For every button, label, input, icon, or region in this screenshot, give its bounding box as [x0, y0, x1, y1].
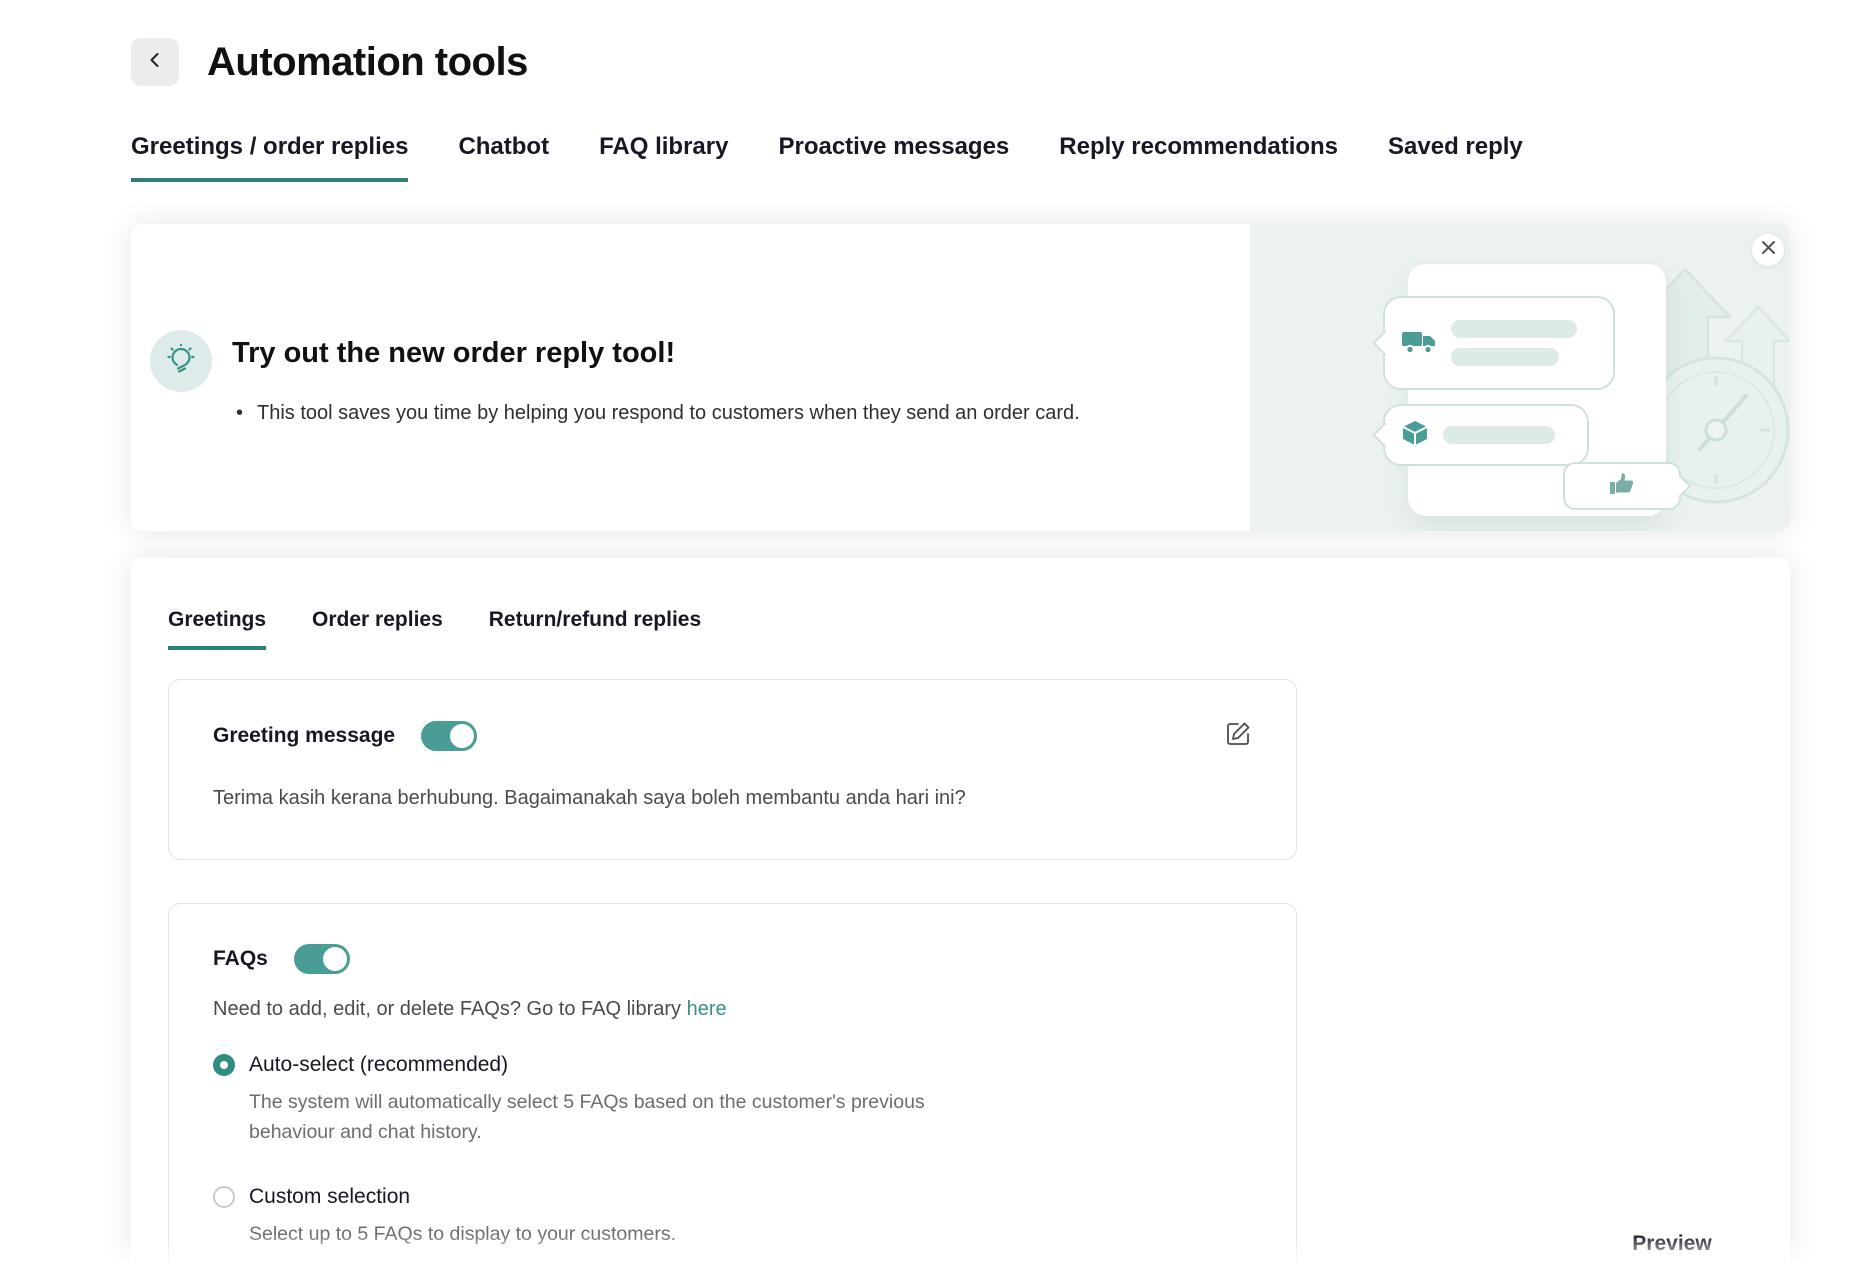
- thumbs-up-icon: [1609, 472, 1635, 501]
- banner-illustration: [1250, 224, 1790, 531]
- auto-select-description: The system will automatically select 5 F…: [249, 1087, 949, 1147]
- banner-title: Try out the new order reply tool!: [232, 337, 675, 370]
- faq-card-header: FAQs: [213, 944, 1252, 974]
- skeleton-text-bars: [1451, 320, 1577, 366]
- skeleton-bar: [1451, 320, 1577, 338]
- banner-bullet-item: • This tool saves you time by helping yo…: [236, 402, 1080, 425]
- subtab-return-refund-replies[interactable]: Return/refund replies: [489, 608, 701, 650]
- edit-greeting-button[interactable]: [1226, 720, 1252, 751]
- truck-icon: [1401, 326, 1437, 361]
- greeting-card-header: Greeting message: [213, 720, 1252, 751]
- custom-selection-description: Select up to 5 FAQs to display to your c…: [249, 1219, 949, 1249]
- preview-panel: Preview Store 10:21 PM: [1456, 1232, 1858, 1264]
- lightbulb-icon-circle: [150, 330, 212, 392]
- automation-tools-page: Automation tools Greetings / order repli…: [0, 0, 1858, 1264]
- auto-select-radio[interactable]: [213, 1054, 235, 1076]
- faq-library-hint-text: Need to add, edit, or delete FAQs? Go to…: [213, 998, 687, 1020]
- skeleton-text-bars: [1443, 426, 1555, 444]
- shipping-message-illustration: [1383, 296, 1615, 390]
- tab-reply-recommendations[interactable]: Reply recommendations: [1059, 133, 1338, 182]
- skeleton-bar: [1451, 348, 1559, 366]
- faq-card-title: FAQs: [213, 947, 268, 971]
- tab-chatbot[interactable]: Chatbot: [458, 133, 549, 182]
- greeting-message-card: Greeting message Terima kasih kerana ber…: [168, 679, 1297, 860]
- edit-icon: [1226, 720, 1252, 751]
- greetings-settings-card: Greetings Order replies Return/refund re…: [131, 558, 1790, 1264]
- greeting-card-title: Greeting message: [213, 724, 395, 748]
- skeleton-bar: [1443, 426, 1555, 444]
- auto-select-label: Auto-select (recommended): [249, 1053, 508, 1077]
- subtab-greetings[interactable]: Greetings: [168, 608, 266, 650]
- order-reply-promo-banner: Try out the new order reply tool! • This…: [131, 224, 1790, 531]
- main-tabs: Greetings / order replies Chatbot FAQ li…: [131, 133, 1523, 182]
- close-icon: [1761, 240, 1776, 260]
- page-title: Automation tools: [207, 40, 528, 85]
- banner-content: Try out the new order reply tool! • This…: [131, 224, 1250, 531]
- custom-selection-option[interactable]: Custom selection: [213, 1185, 1252, 1209]
- tab-saved-reply[interactable]: Saved reply: [1388, 133, 1523, 182]
- banner-bullet-text: This tool saves you time by helping you …: [257, 402, 1080, 425]
- tab-greetings-order-replies[interactable]: Greetings / order replies: [131, 133, 408, 182]
- tab-faq-library[interactable]: FAQ library: [599, 133, 728, 182]
- faq-library-hint: Need to add, edit, or delete FAQs? Go to…: [213, 998, 1252, 1021]
- faqs-card: FAQs Need to add, edit, or delete FAQs? …: [168, 903, 1297, 1264]
- package-icon: [1401, 419, 1429, 452]
- faq-library-link[interactable]: here: [687, 998, 727, 1020]
- banner-close-button[interactable]: [1752, 234, 1784, 266]
- package-message-illustration: [1383, 404, 1589, 466]
- tab-proactive-messages[interactable]: Proactive messages: [778, 133, 1009, 182]
- custom-selection-label: Custom selection: [249, 1185, 410, 1209]
- lightbulb-icon: [165, 343, 197, 380]
- back-button[interactable]: [131, 38, 179, 86]
- auto-select-option[interactable]: Auto-select (recommended): [213, 1053, 1252, 1077]
- greeting-message-text: Terima kasih kerana berhubung. Bagaimana…: [213, 787, 1252, 810]
- bullet-glyph: •: [236, 402, 243, 425]
- subtab-order-replies[interactable]: Order replies: [312, 608, 443, 650]
- custom-selection-radio[interactable]: [213, 1186, 235, 1208]
- greeting-message-toggle[interactable]: [421, 721, 477, 751]
- chevron-left-icon: [146, 51, 164, 74]
- page-header: Automation tools: [131, 38, 528, 86]
- preview-title: Preview: [1456, 1232, 1858, 1256]
- faqs-toggle[interactable]: [294, 944, 350, 974]
- sub-tabs: Greetings Order replies Return/refund re…: [168, 608, 701, 650]
- thumbs-up-bubble-illustration: [1563, 462, 1681, 510]
